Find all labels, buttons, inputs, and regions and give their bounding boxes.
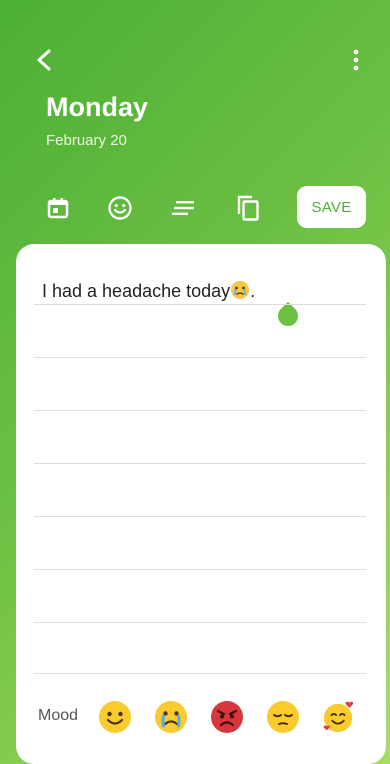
- emoji-button[interactable]: [106, 194, 134, 222]
- angry-face-icon: [211, 701, 243, 733]
- ruled-line: [34, 622, 366, 623]
- mood-angry-button[interactable]: [210, 700, 244, 734]
- text-format-icon: [172, 201, 194, 215]
- save-button[interactable]: SAVE: [297, 186, 366, 228]
- entry-trailing: .: [250, 281, 256, 301]
- text-cursor-handle[interactable]: [273, 301, 303, 331]
- entry-date: February 20: [46, 132, 127, 149]
- mood-label: Mood: [38, 707, 79, 724]
- copy-button[interactable]: [234, 194, 262, 222]
- smiling-face-icon: [99, 701, 131, 733]
- entry-card: I had a headache today . Mood: [16, 244, 386, 764]
- back-button[interactable]: [30, 46, 58, 74]
- mood-smiling-button[interactable]: [98, 700, 132, 734]
- ruled-line: [34, 516, 366, 517]
- ruled-line: [34, 357, 366, 358]
- crying-face-icon: [155, 701, 187, 733]
- ruled-line: [34, 673, 366, 674]
- page-title: Monday: [46, 92, 149, 122]
- more-vert-icon: [353, 49, 359, 71]
- entry-text: I had a headache today: [42, 281, 231, 301]
- more-options-button[interactable]: [350, 48, 362, 72]
- copy-icon: [237, 195, 259, 221]
- mood-love-button[interactable]: [322, 700, 356, 734]
- back-arrow-icon: [37, 49, 51, 71]
- calendar-button[interactable]: [44, 194, 72, 222]
- smiling-face-with-hearts-icon: [323, 701, 354, 733]
- entry-text-input[interactable]: I had a headache today .: [42, 280, 255, 302]
- ruled-line: [34, 569, 366, 570]
- mood-pensive-button[interactable]: [266, 700, 300, 734]
- text-format-button[interactable]: [170, 194, 198, 222]
- calendar-icon: [47, 198, 69, 219]
- emoji-icon: [108, 196, 132, 220]
- ruled-line: [34, 410, 366, 411]
- mood-crying-button[interactable]: [154, 700, 188, 734]
- ruled-line: [34, 463, 366, 464]
- ruled-line: [34, 304, 366, 305]
- crying-face-emoji: [230, 280, 250, 302]
- pensive-face-icon: [267, 701, 299, 733]
